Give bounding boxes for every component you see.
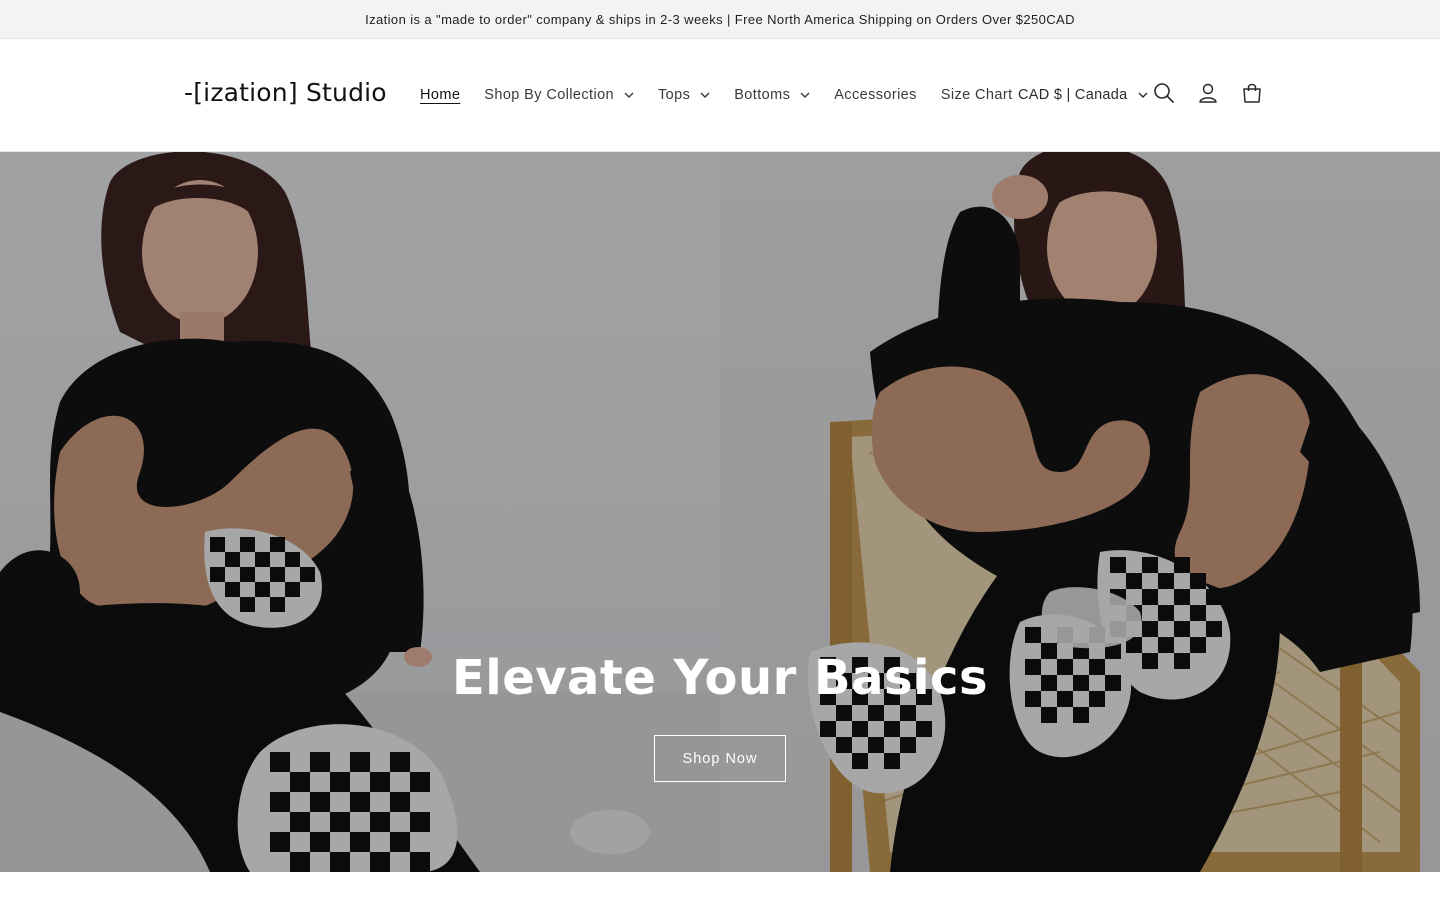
chevron-down-icon — [624, 92, 634, 98]
nav-item-bottoms[interactable]: Bottoms — [734, 83, 810, 107]
main-nav: Home Shop By Collection Tops Bottoms Acc… — [420, 83, 1037, 107]
nav-item-shop-by-collection[interactable]: Shop By Collection — [484, 83, 634, 107]
nav-item-label: Tops — [658, 87, 691, 103]
account-icon — [1197, 82, 1219, 109]
currency-country-selector[interactable]: CAD $ | Canada — [1018, 83, 1148, 107]
store-logo[interactable]: -[ization] Studio — [184, 75, 387, 111]
nav-item-home[interactable]: Home — [420, 83, 460, 107]
chevron-down-icon — [700, 92, 710, 98]
nav-item-size-chart[interactable]: Size Chart — [941, 83, 1013, 107]
chevron-down-icon — [800, 92, 810, 98]
cart-icon — [1241, 82, 1263, 109]
nav-item-accessories[interactable]: Accessories — [834, 83, 917, 107]
shop-now-button[interactable]: Shop Now — [654, 735, 786, 782]
account-button[interactable] — [1190, 77, 1226, 113]
nav-item-label: Bottoms — [734, 87, 791, 103]
hero-image-left — [0, 152, 720, 872]
localization-label: CAD $ | Canada — [1018, 87, 1128, 103]
nav-item-label: Home — [420, 87, 461, 103]
site-header: -[ization] Studio Home Shop By Collectio… — [0, 39, 1440, 152]
nav-item-label: Size Chart — [940, 87, 1013, 103]
announcement-text: Ization is a "made to order" company & s… — [365, 11, 1075, 27]
hero-image-right — [720, 152, 1440, 872]
search-button[interactable] — [1146, 77, 1182, 113]
nav-item-label: Shop By Collection — [484, 87, 614, 103]
hero-title: Elevate Your Basics — [451, 650, 989, 706]
search-icon — [1153, 82, 1175, 109]
announcement-bar: Ization is a "made to order" company & s… — [0, 0, 1440, 39]
hero-banner: Elevate Your Basics Shop Now — [0, 152, 1440, 872]
nav-item-tops[interactable]: Tops — [658, 83, 710, 107]
nav-item-label: Accessories — [834, 87, 917, 103]
cart-button[interactable] — [1234, 77, 1270, 113]
